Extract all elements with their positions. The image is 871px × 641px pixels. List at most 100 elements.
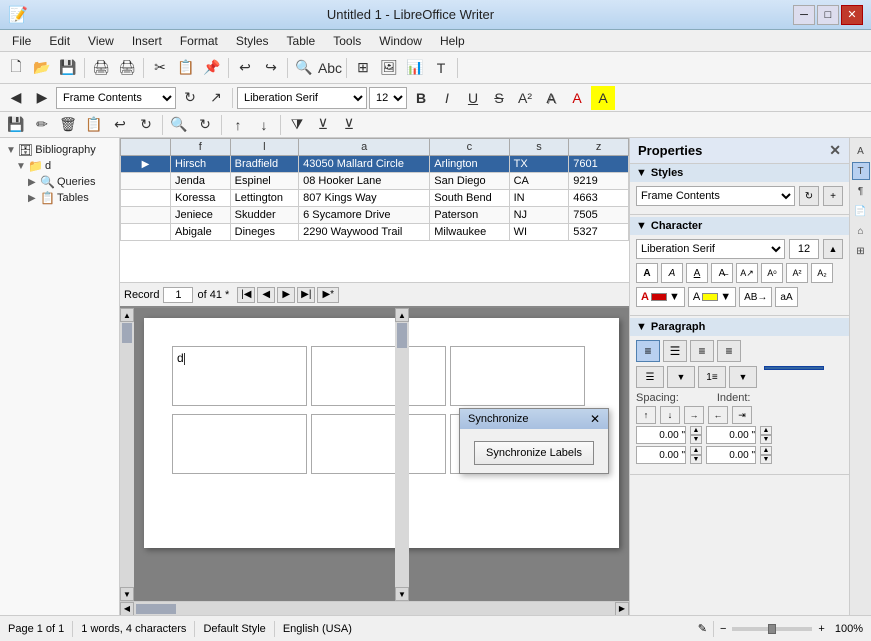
more-char-button[interactable]: AB→: [739, 287, 772, 307]
record-last-button[interactable]: ▶|: [297, 287, 315, 303]
font-name-select[interactable]: Liberation Serif: [237, 87, 367, 109]
cell-f[interactable]: Abigale: [171, 224, 231, 241]
styles-new-button[interactable]: +: [823, 186, 843, 206]
table-row[interactable]: JendaEspinel08 Hooker LaneSan DiegoCA921…: [121, 173, 629, 190]
highlight-color-picker[interactable]: A ▼: [688, 287, 736, 307]
minus-zoom[interactable]: −: [720, 623, 726, 635]
sort-asc-button[interactable]: ↑: [226, 113, 250, 137]
cell-a[interactable]: 08 Hooker Lane: [299, 173, 430, 190]
nav-button[interactable]: ↗: [204, 86, 228, 110]
properties-close-button[interactable]: ✕: [829, 142, 841, 159]
menu-styles[interactable]: Styles: [228, 32, 277, 50]
indent-before-icon[interactable]: →: [684, 406, 704, 424]
fwd-nav-button[interactable]: ▶: [30, 86, 54, 110]
font-color-dropdown[interactable]: ▼: [669, 291, 680, 303]
ordered-list-button[interactable]: 1≡: [698, 366, 726, 388]
col-z[interactable]: z: [569, 139, 629, 156]
sync-close-button[interactable]: ✕: [590, 412, 600, 426]
cell-f[interactable]: Jeniece: [171, 207, 231, 224]
font-size-select[interactable]: 12: [369, 87, 407, 109]
ol-style-dropdown[interactable]: ▼: [729, 366, 757, 388]
cell-l[interactable]: Espinel: [230, 173, 298, 190]
plus-zoom[interactable]: +: [818, 623, 824, 635]
spellcheck-button[interactable]: Abc: [318, 56, 342, 80]
styles-select[interactable]: Frame Contents: [636, 186, 795, 206]
find-button[interactable]: 🔍: [292, 56, 316, 80]
scroll-bottom-button[interactable]: ▼: [395, 587, 409, 601]
vscroll-track[interactable]: [395, 322, 409, 587]
menu-view[interactable]: View: [80, 32, 122, 50]
hscroll-track[interactable]: [134, 602, 615, 615]
mini-styles-button[interactable]: A: [852, 142, 870, 160]
indent-before-down[interactable]: ▼: [760, 435, 772, 444]
indent-after-input[interactable]: [706, 446, 756, 464]
cell-f[interactable]: Hirsch: [171, 156, 231, 173]
refresh-button[interactable]: ↻: [178, 86, 202, 110]
first-line-indent-icon[interactable]: ⇥: [732, 406, 752, 424]
indent-before-input[interactable]: [706, 426, 756, 444]
scroll-track[interactable]: [120, 322, 134, 587]
filter-button[interactable]: ⧩: [285, 113, 309, 137]
redo-record-button[interactable]: ↻: [134, 113, 158, 137]
nav-tables[interactable]: ▶ 📋 Tables: [4, 190, 115, 206]
cell-s[interactable]: WI: [509, 224, 569, 241]
record-prev-button[interactable]: ◀: [257, 287, 275, 303]
spacing-below-down[interactable]: ▼: [690, 455, 702, 464]
edit-record-button[interactable]: ✏: [30, 113, 54, 137]
spacing-below-icon[interactable]: ↓: [660, 406, 680, 424]
indent-after-down[interactable]: ▼: [760, 455, 772, 464]
close-button[interactable]: ✕: [841, 5, 863, 25]
record-number-input[interactable]: [163, 287, 193, 303]
nav-bibliography[interactable]: ▼ 🗄 Bibliography: [4, 142, 115, 158]
copy-button[interactable]: 📋: [174, 56, 198, 80]
frame-contents-select[interactable]: Frame Contents: [56, 87, 176, 109]
indent-before-up[interactable]: ▲: [760, 426, 772, 435]
table-button[interactable]: ⊞: [351, 56, 375, 80]
cell-c[interactable]: Arlington: [430, 156, 509, 173]
cell-s[interactable]: TX: [509, 156, 569, 173]
underline-char-button[interactable]: A: [686, 263, 708, 283]
cell-l[interactable]: Dineges: [230, 224, 298, 241]
char-size-up-button[interactable]: ▲: [823, 239, 843, 259]
undo-record-button[interactable]: ↩: [108, 113, 132, 137]
cell-s[interactable]: CA: [509, 173, 569, 190]
mini-char-button[interactable]: T: [852, 162, 870, 180]
scroll-down-button[interactable]: ▼: [120, 587, 134, 601]
shadow-button[interactable]: A: [539, 86, 563, 110]
record-next-button[interactable]: ▶: [277, 287, 295, 303]
hscroll-thumb[interactable]: [136, 604, 176, 614]
synchronize-labels-button[interactable]: Synchronize Labels: [474, 441, 594, 465]
menu-file[interactable]: File: [4, 32, 39, 50]
cell-a[interactable]: 43050 Mallard Circle: [299, 156, 430, 173]
menu-tools[interactable]: Tools: [325, 32, 369, 50]
shadow-char-button[interactable]: A↗: [736, 263, 758, 283]
indent-after-up[interactable]: ▲: [760, 446, 772, 455]
back-nav-button[interactable]: ◀: [4, 86, 28, 110]
print-preview-button[interactable]: 🖨: [89, 56, 113, 80]
cell-z[interactable]: 9219: [569, 173, 629, 190]
redo-button[interactable]: ↪: [259, 56, 283, 80]
remove-filter-button[interactable]: ⊻: [337, 113, 361, 137]
col-c[interactable]: c: [430, 139, 509, 156]
record-first-button[interactable]: |◀: [237, 287, 255, 303]
highlight-button[interactable]: A: [591, 86, 615, 110]
textbox-button[interactable]: T: [429, 56, 453, 80]
vscroll-thumb[interactable]: [397, 323, 407, 348]
spacing-above-down[interactable]: ▼: [690, 435, 702, 444]
refresh-record-button[interactable]: ↻: [193, 113, 217, 137]
scroll-up-button[interactable]: ▲: [120, 308, 134, 322]
cell-z[interactable]: 7601: [569, 156, 629, 173]
cell-f[interactable]: Jenda: [171, 173, 231, 190]
cell-a[interactable]: 807 Kings Way: [299, 190, 430, 207]
mini-para-button[interactable]: ¶: [852, 182, 870, 200]
copy-record-button[interactable]: 📋: [82, 113, 106, 137]
unordered-list-button[interactable]: ☰: [636, 366, 664, 388]
strikeout-char-button[interactable]: A̶: [711, 263, 733, 283]
scroll-right-button[interactable]: ▶: [615, 602, 629, 616]
cell-c[interactable]: South Bend: [430, 190, 509, 207]
highlight-dropdown[interactable]: ▼: [720, 291, 731, 303]
cell-l[interactable]: Bradfield: [230, 156, 298, 173]
align-right-button[interactable]: ≡: [690, 340, 714, 362]
table-row[interactable]: KoressaLettington807 Kings WaySouth Bend…: [121, 190, 629, 207]
open-button[interactable]: 📂: [30, 56, 54, 80]
